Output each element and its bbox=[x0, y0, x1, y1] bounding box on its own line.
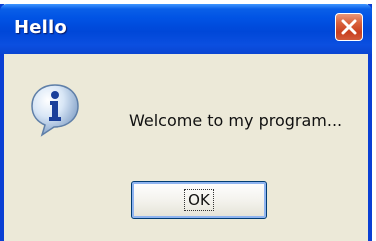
ok-button-label: OK bbox=[184, 189, 214, 211]
dialog-message: Welcome to my program... bbox=[129, 111, 343, 130]
close-x-icon bbox=[341, 19, 357, 35]
title-bar[interactable]: Hello bbox=[0, 4, 372, 54]
information-icon bbox=[28, 82, 82, 138]
dialog-body: Welcome to my program... OK bbox=[4, 54, 368, 241]
ok-button[interactable]: OK bbox=[131, 181, 267, 219]
close-button[interactable] bbox=[335, 13, 363, 41]
message-dialog: Hello Welcome to my program... OK bbox=[0, 4, 372, 241]
window-title: Hello bbox=[14, 17, 67, 38]
